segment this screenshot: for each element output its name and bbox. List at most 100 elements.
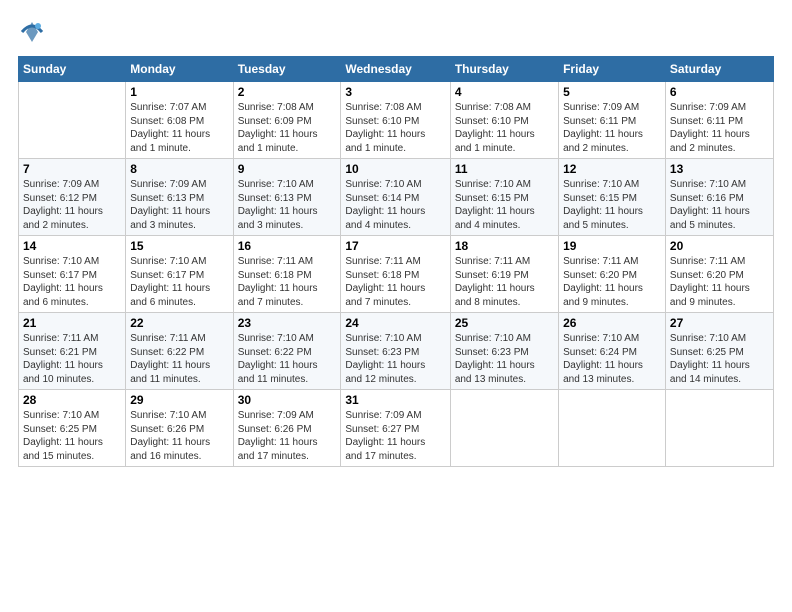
calendar-cell: 15 Sunrise: 7:10 AMSunset: 6:17 PMDayligh… xyxy=(126,236,233,313)
calendar-cell: 22 Sunrise: 7:11 AMSunset: 6:22 PMDayligh… xyxy=(126,313,233,390)
day-info: Sunrise: 7:10 AMSunset: 6:23 PMDaylight:… xyxy=(345,332,445,386)
day-number: 24 xyxy=(345,316,445,330)
day-number: 5 xyxy=(563,85,661,99)
day-number: 18 xyxy=(455,239,554,253)
weekday-header: Thursday xyxy=(450,57,558,82)
day-info: Sunrise: 7:10 AMSunset: 6:15 PMDaylight:… xyxy=(563,178,661,232)
day-info: Sunrise: 7:08 AMSunset: 6:10 PMDaylight:… xyxy=(455,101,554,155)
calendar-cell: 28Sunrise: 7:10 AMSunset: 6:25 PMDayligh… xyxy=(19,390,126,467)
calendar-cell: 1 Sunrise: 7:07 AMSunset: 6:08 PMDaylight… xyxy=(126,82,233,159)
calendar-cell: 14 Sunrise: 7:10 AMSunset: 6:17 PMDayligh… xyxy=(19,236,126,313)
day-info: Sunrise: 7:09 AMSunset: 6:12 PMDaylight:… xyxy=(23,178,121,232)
day-number: 20 xyxy=(670,239,769,253)
calendar-cell: 5 Sunrise: 7:09 AMSunset: 6:11 PMDaylight… xyxy=(559,82,666,159)
weekday-header: Wednesday xyxy=(341,57,450,82)
calendar-week-row: 1 Sunrise: 7:07 AMSunset: 6:08 PMDaylight… xyxy=(19,82,774,159)
day-number: 2 xyxy=(238,85,337,99)
calendar-cell: 11Sunrise: 7:10 AMSunset: 6:15 PMDayligh… xyxy=(450,159,558,236)
calendar-week-row: 14 Sunrise: 7:10 AMSunset: 6:17 PMDayligh… xyxy=(19,236,774,313)
calendar-cell: 9 Sunrise: 7:10 AMSunset: 6:13 PMDaylight… xyxy=(233,159,341,236)
day-info: Sunrise: 7:10 AMSunset: 6:16 PMDaylight:… xyxy=(670,178,769,232)
day-number: 16 xyxy=(238,239,337,253)
day-info: Sunrise: 7:09 AMSunset: 6:27 PMDaylight:… xyxy=(345,409,445,463)
calendar-cell: 8 Sunrise: 7:09 AMSunset: 6:13 PMDaylight… xyxy=(126,159,233,236)
header xyxy=(18,18,774,46)
day-info: Sunrise: 7:08 AMSunset: 6:09 PMDaylight:… xyxy=(238,101,337,155)
day-info: Sunrise: 7:09 AMSunset: 6:11 PMDaylight:… xyxy=(563,101,661,155)
weekday-header: Friday xyxy=(559,57,666,82)
day-number: 1 xyxy=(130,85,228,99)
day-info: Sunrise: 7:09 AMSunset: 6:26 PMDaylight:… xyxy=(238,409,337,463)
calendar-cell: 4 Sunrise: 7:08 AMSunset: 6:10 PMDaylight… xyxy=(450,82,558,159)
calendar-cell: 20 Sunrise: 7:11 AMSunset: 6:20 PMDayligh… xyxy=(665,236,773,313)
weekday-header: Tuesday xyxy=(233,57,341,82)
day-info: Sunrise: 7:10 AMSunset: 6:24 PMDaylight:… xyxy=(563,332,661,386)
day-info: Sunrise: 7:11 AMSunset: 6:19 PMDaylight:… xyxy=(455,255,554,309)
calendar-cell: 6 Sunrise: 7:09 AMSunset: 6:11 PMDaylight… xyxy=(665,82,773,159)
calendar-cell: 18 Sunrise: 7:11 AMSunset: 6:19 PMDayligh… xyxy=(450,236,558,313)
calendar-cell: 10 Sunrise: 7:10 AMSunset: 6:14 PMDayligh… xyxy=(341,159,450,236)
day-number: 15 xyxy=(130,239,228,253)
calendar-cell xyxy=(450,390,558,467)
calendar-cell: 29 Sunrise: 7:10 AMSunset: 6:26 PMDayligh… xyxy=(126,390,233,467)
day-number: 3 xyxy=(345,85,445,99)
calendar-cell: 12 Sunrise: 7:10 AMSunset: 6:15 PMDayligh… xyxy=(559,159,666,236)
day-info: Sunrise: 7:07 AMSunset: 6:08 PMDaylight:… xyxy=(130,101,228,155)
day-info: Sunrise: 7:11 AMSunset: 6:22 PMDaylight:… xyxy=(130,332,228,386)
day-info: Sunrise: 7:10 AMSunset: 6:14 PMDaylight:… xyxy=(345,178,445,232)
day-number: 10 xyxy=(345,162,445,176)
day-info: Sunrise: 7:10 AMSunset: 6:23 PMDaylight:… xyxy=(455,332,554,386)
day-info: Sunrise: 7:10 AMSunset: 6:22 PMDaylight:… xyxy=(238,332,337,386)
calendar-table: SundayMondayTuesdayWednesdayThursdayFrid… xyxy=(18,56,774,467)
day-info: Sunrise: 7:09 AMSunset: 6:13 PMDaylight:… xyxy=(130,178,228,232)
day-info: Sunrise: 7:11 AMSunset: 6:20 PMDaylight:… xyxy=(563,255,661,309)
day-number: 21 xyxy=(23,316,121,330)
calendar-cell: 31Sunrise: 7:09 AMSunset: 6:27 PMDayligh… xyxy=(341,390,450,467)
day-number: 12 xyxy=(563,162,661,176)
day-number: 9 xyxy=(238,162,337,176)
calendar-cell xyxy=(559,390,666,467)
weekday-header: Sunday xyxy=(19,57,126,82)
day-number: 22 xyxy=(130,316,228,330)
calendar-cell: 25Sunrise: 7:10 AMSunset: 6:23 PMDayligh… xyxy=(450,313,558,390)
calendar-cell: 27 Sunrise: 7:10 AMSunset: 6:25 PMDayligh… xyxy=(665,313,773,390)
calendar-cell: 7 Sunrise: 7:09 AMSunset: 6:12 PMDaylight… xyxy=(19,159,126,236)
day-info: Sunrise: 7:10 AMSunset: 6:13 PMDaylight:… xyxy=(238,178,337,232)
calendar-cell: 19Sunrise: 7:11 AMSunset: 6:20 PMDayligh… xyxy=(559,236,666,313)
day-info: Sunrise: 7:10 AMSunset: 6:26 PMDaylight:… xyxy=(130,409,228,463)
calendar-cell: 13Sunrise: 7:10 AMSunset: 6:16 PMDayligh… xyxy=(665,159,773,236)
day-number: 17 xyxy=(345,239,445,253)
day-number: 7 xyxy=(23,162,121,176)
day-number: 11 xyxy=(455,162,554,176)
calendar-cell: 23 Sunrise: 7:10 AMSunset: 6:22 PMDayligh… xyxy=(233,313,341,390)
calendar-cell: 2 Sunrise: 7:08 AMSunset: 6:09 PMDaylight… xyxy=(233,82,341,159)
calendar-cell: 3 Sunrise: 7:08 AMSunset: 6:10 PMDaylight… xyxy=(341,82,450,159)
calendar-week-row: 7 Sunrise: 7:09 AMSunset: 6:12 PMDaylight… xyxy=(19,159,774,236)
weekday-header: Saturday xyxy=(665,57,773,82)
calendar-cell: 30Sunrise: 7:09 AMSunset: 6:26 PMDayligh… xyxy=(233,390,341,467)
day-info: Sunrise: 7:11 AMSunset: 6:20 PMDaylight:… xyxy=(670,255,769,309)
day-number: 8 xyxy=(130,162,228,176)
page: SundayMondayTuesdayWednesdayThursdayFrid… xyxy=(0,0,792,612)
logo-icon xyxy=(18,18,46,46)
calendar-header-row: SundayMondayTuesdayWednesdayThursdayFrid… xyxy=(19,57,774,82)
day-number: 6 xyxy=(670,85,769,99)
weekday-header: Monday xyxy=(126,57,233,82)
day-info: Sunrise: 7:09 AMSunset: 6:11 PMDaylight:… xyxy=(670,101,769,155)
day-info: Sunrise: 7:08 AMSunset: 6:10 PMDaylight:… xyxy=(345,101,445,155)
day-info: Sunrise: 7:10 AMSunset: 6:17 PMDaylight:… xyxy=(130,255,228,309)
day-info: Sunrise: 7:10 AMSunset: 6:17 PMDaylight:… xyxy=(23,255,121,309)
calendar-cell xyxy=(19,82,126,159)
day-number: 27 xyxy=(670,316,769,330)
calendar-cell: 21Sunrise: 7:11 AMSunset: 6:21 PMDayligh… xyxy=(19,313,126,390)
calendar-cell xyxy=(665,390,773,467)
day-number: 29 xyxy=(130,393,228,407)
day-info: Sunrise: 7:10 AMSunset: 6:25 PMDaylight:… xyxy=(670,332,769,386)
day-number: 23 xyxy=(238,316,337,330)
logo xyxy=(18,18,50,46)
day-number: 14 xyxy=(23,239,121,253)
calendar-cell: 26Sunrise: 7:10 AMSunset: 6:24 PMDayligh… xyxy=(559,313,666,390)
day-info: Sunrise: 7:10 AMSunset: 6:25 PMDaylight:… xyxy=(23,409,121,463)
calendar-cell: 16Sunrise: 7:11 AMSunset: 6:18 PMDayligh… xyxy=(233,236,341,313)
day-number: 4 xyxy=(455,85,554,99)
